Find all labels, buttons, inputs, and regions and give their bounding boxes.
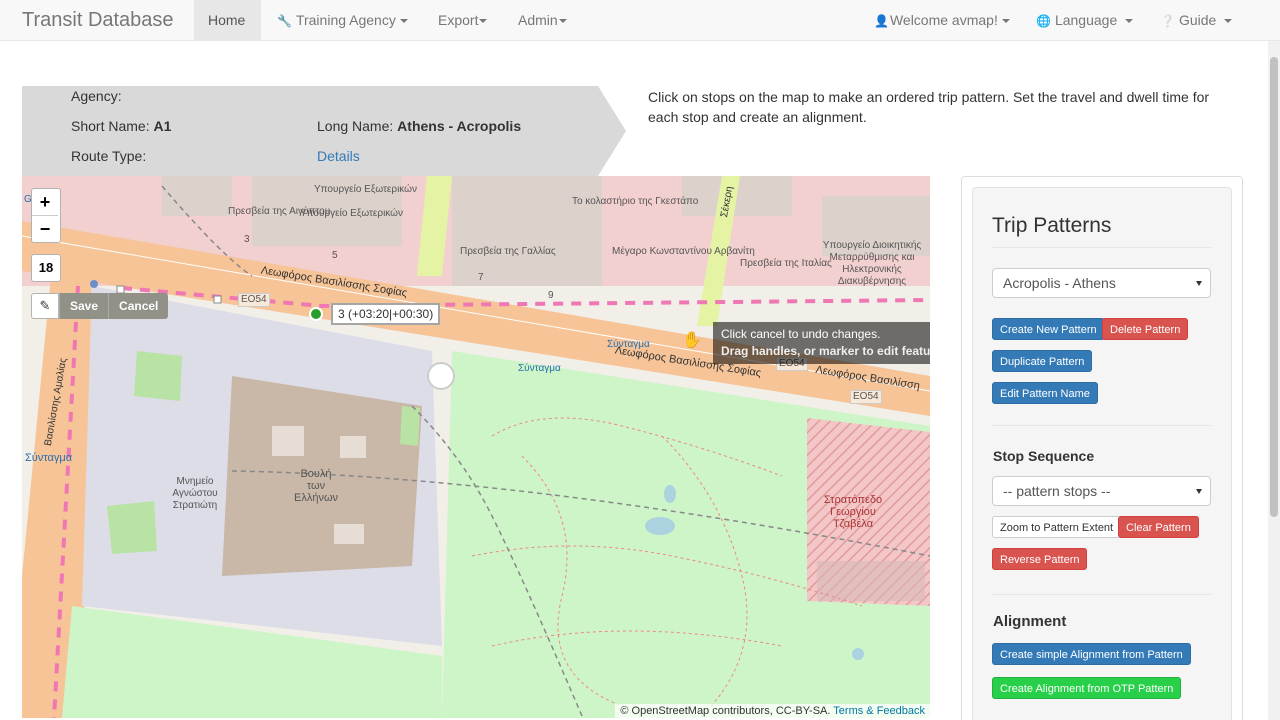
short-name-value: A1 — [153, 118, 172, 134]
tooltip-line-1: Click cancel to undo changes. — [721, 327, 881, 341]
route-info-arrow — [598, 86, 626, 176]
map-label-e054-a: ΕΟ54 — [238, 293, 270, 307]
nav-user[interactable]: 👤Welcome avmap! — [860, 0, 1024, 41]
nav-admin[interactable]: Admin — [504, 0, 581, 41]
map-label-camp: Στρατόπεδο Γεωργίου Τζαβέλα — [823, 494, 883, 530]
nav-home[interactable]: Home — [194, 0, 261, 41]
map-label-num-9: 9 — [548, 290, 554, 301]
hand-cursor-icon: ✋ — [682, 332, 702, 349]
user-icon: 👤 — [874, 14, 889, 28]
nav-user-label: Welcome avmap! — [889, 12, 998, 28]
tooltip-line-2: Drag handles, or marker to edit feature. — [721, 344, 930, 358]
map-view[interactable]: Πρεσβεία της Αιγύπτου Υπουργείο Εξωτερικ… — [22, 176, 930, 718]
caret-down-icon — [1125, 19, 1134, 24]
edit-save-button[interactable]: Save — [59, 293, 109, 319]
zoom-to-pattern-button[interactable]: Zoom to Pattern Extent — [992, 516, 1122, 538]
pattern-stops-select-value: -- pattern stops -- — [1003, 483, 1111, 499]
map-label-syntagma-3: Σύνταγμα — [25, 452, 73, 464]
map-label-e054-c: ΕΟ54 — [850, 390, 882, 404]
map-label-gkestato: Το κολαστήριο της Γκεστάπο — [572, 196, 699, 207]
question-circle-icon: ❔ — [1160, 14, 1175, 28]
page-scrollbar[interactable] — [1268, 41, 1280, 720]
nav-guide-label: Guide — [1178, 12, 1217, 28]
map-label-interior-ministry-2: Υπουργείο Εξωτερικών — [300, 208, 403, 219]
caret-down-icon — [1224, 19, 1233, 24]
caret-down-icon — [558, 19, 567, 24]
details-link[interactable]: Details — [317, 148, 360, 164]
pattern-select-value: Acropolis - Athens — [1003, 275, 1116, 291]
nav-language-label: Language — [1054, 12, 1118, 28]
edit-tooltip: Click cancel to undo changes. Drag handl… — [713, 322, 930, 364]
map-label-megaro: Μέγαρο Κωνσταντίνου Αρβανίτη — [612, 246, 755, 257]
map-label-syntagma-2: Σύνταγμα — [518, 363, 561, 374]
zoom-control: + − — [31, 188, 61, 243]
stop-time-label: 3 (+03:20|+00:30) — [331, 303, 441, 325]
short-name-label: Short Name: — [71, 118, 150, 134]
edit-pattern-name-button[interactable]: Edit Pattern Name — [992, 382, 1098, 404]
zoom-out-button[interactable]: − — [32, 216, 58, 242]
clear-pattern-button[interactable]: Clear Pattern — [1118, 516, 1199, 538]
pattern-stops-select[interactable]: -- pattern stops -- — [992, 476, 1211, 506]
duplicate-pattern-button[interactable]: Duplicate Pattern — [992, 350, 1093, 372]
nav-language[interactable]: 🌐 Language — [1022, 0, 1147, 41]
trip-patterns-title: Trip Patterns — [992, 214, 1112, 237]
stop-sequence-title: Stop Sequence — [993, 448, 1095, 464]
map-label-parliament: Βουλή των Ελλήνων — [294, 468, 339, 504]
edit-toolbar: ✎ Save Cancel — [31, 293, 169, 319]
nav-admin-label: Admin — [518, 12, 558, 28]
edit-layers-icon[interactable]: ✎ — [31, 293, 59, 319]
long-name-label: Long Name: — [317, 118, 394, 134]
terms-feedback-link[interactable]: Terms & Feedback — [833, 705, 925, 717]
map-label-interior-ministry: Υπουργείο Εξωτερικών — [314, 184, 417, 195]
map-label-num-3: 3 — [244, 234, 250, 245]
caret-down-icon — [1001, 19, 1010, 24]
wrench-icon: 🔧 — [277, 14, 292, 28]
long-name-value: Athens - Acropolis — [397, 118, 522, 134]
select-arrow-icon — [1196, 489, 1202, 494]
zoom-level-display: 18 — [31, 254, 61, 282]
nav-export-label: Export — [438, 12, 479, 28]
map-label-num-5: 5 — [332, 250, 338, 261]
nav-training-agency[interactable]: 🔧 Training Agency — [263, 0, 422, 41]
scrollbar-thumb[interactable] — [1270, 57, 1278, 517]
globe-icon: 🌐 — [1036, 14, 1051, 28]
caret-down-icon — [479, 19, 488, 24]
instructions-text: Click on stops on the map to make an ord… — [648, 89, 1210, 125]
map-label-ministry-admin: Υπουργείο Διοικητικής Μεταρρύθμισης και … — [822, 240, 922, 287]
divider — [992, 247, 1211, 248]
select-arrow-icon — [1196, 281, 1202, 286]
route-type-label: Route Type: — [71, 148, 147, 164]
nav-home-label: Home — [208, 12, 246, 28]
map-label-num-7: 7 — [478, 272, 484, 283]
brand-logo[interactable]: Transit Database — [22, 9, 174, 32]
pattern-select[interactable]: Acropolis - Athens — [992, 268, 1211, 298]
zoom-in-button[interactable]: + — [32, 189, 58, 216]
divider — [992, 425, 1211, 426]
edit-cancel-button[interactable]: Cancel — [108, 293, 169, 319]
nav-guide[interactable]: ❔ Guide — [1146, 0, 1246, 41]
map-label-embassy-france: Πρεσβεία της Γαλλίας — [460, 246, 556, 257]
short-name: Short Name: A1 — [71, 118, 171, 134]
attribution-text: © OpenStreetMap contributors, CC-BY-SA. — [620, 705, 831, 717]
reverse-pattern-button[interactable]: Reverse Pattern — [992, 548, 1088, 570]
alignment-title: Alignment — [993, 613, 1067, 630]
create-simple-alignment-button[interactable]: Create simple Alignment from Pattern — [992, 643, 1191, 665]
long-name: Long Name: Athens - Acropolis — [317, 118, 521, 134]
map-attribution: © OpenStreetMap contributors, CC-BY-SA. … — [615, 704, 930, 718]
agency-label: Agency: — [71, 88, 122, 104]
map-label-monument: Μνημείο Αγνώστου Στρατιώτη — [172, 476, 218, 511]
nav-training-agency-label: Training Agency — [295, 12, 396, 28]
map-label-syntagma-1: Σύνταγμα — [607, 339, 650, 350]
caret-down-icon — [399, 19, 408, 24]
divider — [992, 594, 1211, 595]
create-otp-alignment-button[interactable]: Create Alignment from OTP Pattern — [992, 677, 1182, 699]
create-new-pattern-button[interactable]: Create New Pattern — [992, 318, 1105, 340]
delete-pattern-button[interactable]: Delete Pattern — [1102, 318, 1189, 340]
navbar: Transit Database Home 🔧 Training Agency E… — [0, 0, 1280, 41]
nav-export[interactable]: Export — [424, 0, 501, 41]
